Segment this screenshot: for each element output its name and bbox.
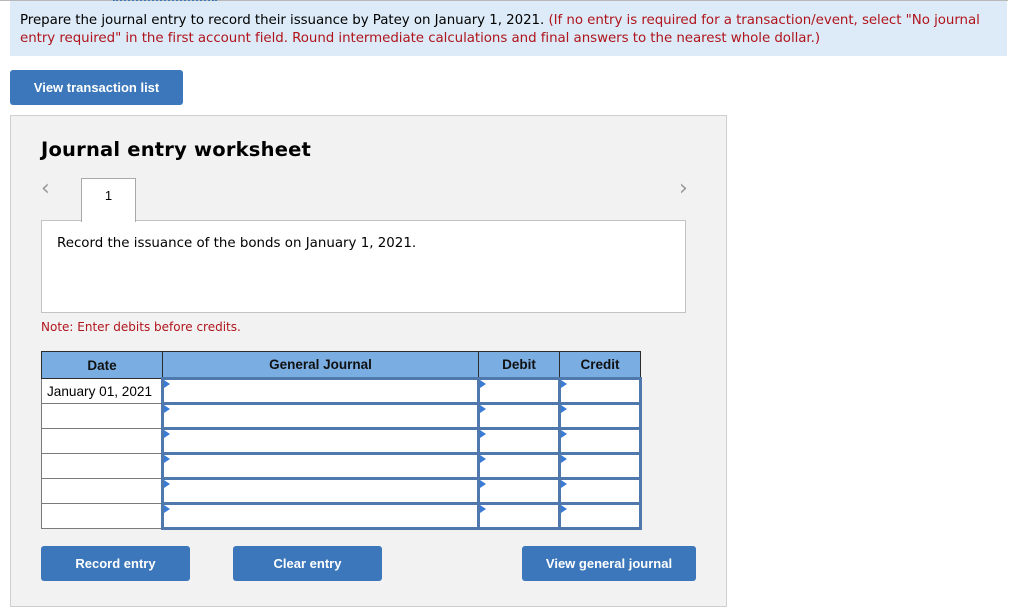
account-select[interactable] [164,381,477,401]
debit-cell[interactable] [477,427,561,455]
credit-cell[interactable] [558,452,642,480]
account-cell[interactable] [161,402,480,430]
account-cell[interactable] [161,427,480,455]
instructions-main: Prepare the journal entry to record thei… [20,13,545,28]
account-select[interactable] [164,481,477,501]
date-cell [41,503,163,529]
record-entry-button[interactable]: Record entry [41,546,190,581]
credit-cell[interactable] [558,402,642,430]
tab-1[interactable]: 1 [81,178,136,222]
credit-cell[interactable] [558,502,642,530]
credit-cell[interactable] [558,377,642,405]
chevron-right-icon[interactable]: › [679,176,688,201]
debit-cell[interactable] [477,452,561,480]
header-credit: Credit [559,351,641,379]
table-row: January 01, 2021 [41,377,642,405]
account-cell[interactable] [161,477,480,505]
debit-input[interactable] [480,381,558,401]
journal-entry-worksheet-panel: Journal entry worksheet ‹ › 1 Record the… [10,115,727,607]
account-cell[interactable] [161,377,480,405]
date-cell [41,403,163,429]
header-date: Date [41,351,163,379]
credit-input[interactable] [561,456,639,476]
transaction-description: Record the issuance of the bonds on Janu… [41,220,686,313]
view-general-journal-button[interactable]: View general journal [522,546,696,581]
account-select[interactable] [164,456,477,476]
credit-cell[interactable] [558,427,642,455]
table-row [41,502,642,530]
transaction-description-text: Record the issuance of the bonds on Janu… [57,236,417,251]
account-cell[interactable] [161,502,480,530]
credit-input[interactable] [561,481,639,501]
table-row [41,427,642,455]
debit-cell[interactable] [477,377,561,405]
date-cell [41,478,163,504]
chevron-left-icon[interactable]: ‹ [41,176,50,201]
debits-note: Note: Enter debits before credits. [41,320,241,334]
table-row [41,402,642,430]
table-row [41,477,642,505]
date-cell [41,428,163,454]
credit-input[interactable] [561,431,639,451]
credit-cell[interactable] [558,477,642,505]
debit-cell[interactable] [477,477,561,505]
instructions-banner: Prepare the journal entry to record thei… [10,1,1007,56]
debit-input[interactable] [480,406,558,426]
header-debit: Debit [478,351,560,379]
journal-header-row: Date General Journal Debit Credit [41,351,641,379]
table-row [41,452,642,480]
header-general-journal: General Journal [162,351,479,379]
date-cell [41,453,163,479]
journal-table: Date General Journal Debit Credit Januar… [41,351,642,530]
date-cell: January 01, 2021 [41,378,163,404]
debit-input[interactable] [480,481,558,501]
debit-input[interactable] [480,431,558,451]
debit-cell[interactable] [477,502,561,530]
credit-input[interactable] [561,506,639,526]
debit-cell[interactable] [477,402,561,430]
credit-input[interactable] [561,381,639,401]
worksheet-title: Journal entry worksheet [41,138,312,161]
account-select[interactable] [164,406,477,426]
credit-input[interactable] [561,406,639,426]
clear-entry-button[interactable]: Clear entry [233,546,382,581]
account-select[interactable] [164,506,477,526]
view-transaction-list-button[interactable]: View transaction list [10,70,183,105]
debit-input[interactable] [480,506,558,526]
account-select[interactable] [164,431,477,451]
account-cell[interactable] [161,452,480,480]
debit-input[interactable] [480,456,558,476]
